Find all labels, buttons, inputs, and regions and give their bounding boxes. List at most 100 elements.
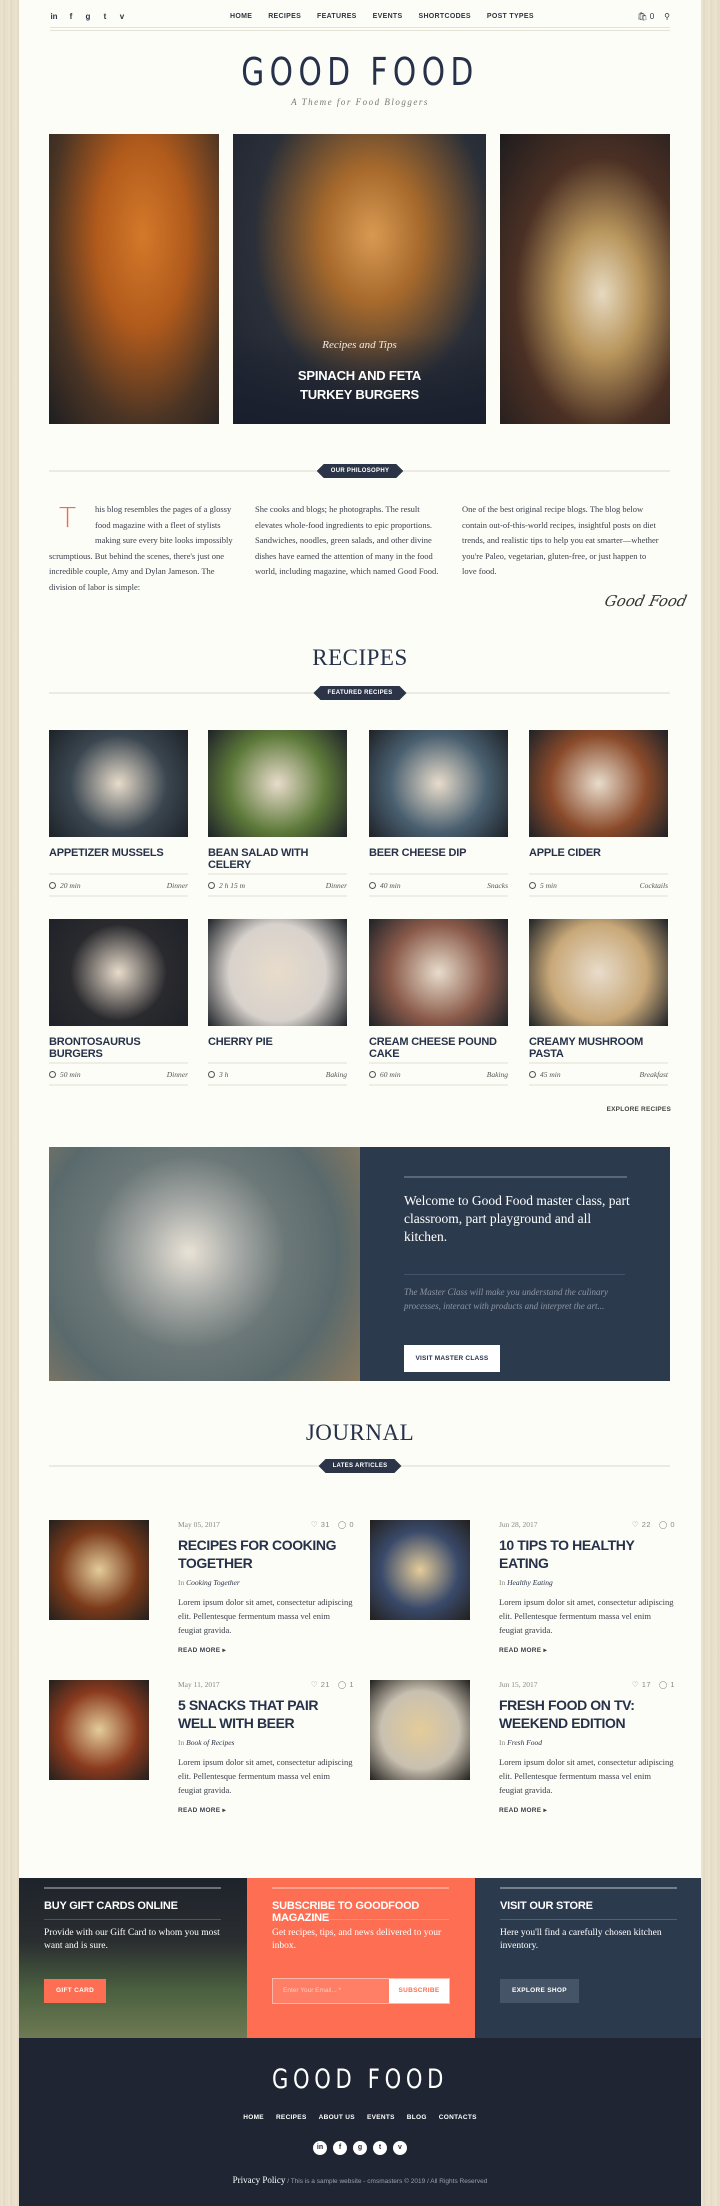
likes-count: 21 — [320, 1680, 331, 1689]
recipe-category[interactable]: Baking — [326, 1070, 347, 1079]
read-more-link[interactable]: READ MORE ▸ — [178, 1806, 354, 1814]
recipe-image[interactable] — [529, 919, 668, 1026]
comment-icon[interactable]: ◯ — [659, 1520, 668, 1529]
recipe-card[interactable]: CHERRY PIE 3 h Baking — [208, 919, 347, 1086]
recipe-card[interactable]: BEAN SALAD WITH CELERY 2 h 15 m Dinner — [208, 730, 347, 897]
facebook-icon[interactable]: f — [333, 2141, 347, 2155]
hero-slide-featured[interactable]: Recipes and Tips SPINACH AND FETA TURKEY… — [233, 134, 486, 424]
recipe-title[interactable]: BEAN SALAD WITH CELERY — [208, 847, 347, 871]
linkedin-icon[interactable]: in — [50, 12, 58, 21]
twitter-icon[interactable]: t — [101, 12, 109, 21]
recipe-category[interactable]: Dinner — [326, 881, 347, 890]
recipe-category[interactable]: Breakfast — [640, 1070, 668, 1079]
heart-icon[interactable]: ♡ — [632, 1520, 639, 1529]
cart-button[interactable]: 🛍︎ 0 — [637, 12, 654, 21]
article-title[interactable]: RECIPES FOR COOKING TOGETHER — [178, 1536, 354, 1572]
google-plus-icon[interactable]: g — [353, 2141, 367, 2155]
recipe-category[interactable]: Dinner — [167, 1070, 188, 1079]
twitter-icon[interactable]: t — [373, 2141, 387, 2155]
recipe-card[interactable]: APPLE CIDER 5 min Cocktails — [529, 730, 668, 897]
recipe-image[interactable] — [208, 919, 347, 1026]
recipe-card[interactable]: BEER CHEESE DIP 40 min Snacks — [369, 730, 508, 897]
recipe-image[interactable] — [49, 730, 188, 837]
recipe-category[interactable]: Cocktails — [640, 881, 668, 890]
recipe-title[interactable]: APPLE CIDER — [529, 847, 668, 867]
article-image[interactable] — [49, 1520, 149, 1620]
recipe-category[interactable]: Baking — [487, 1070, 508, 1079]
recipe-title[interactable]: CHERRY PIE — [208, 1036, 347, 1056]
read-more-link[interactable]: READ MORE ▸ — [499, 1646, 675, 1654]
recipe-image[interactable] — [369, 919, 508, 1026]
heart-icon[interactable]: ♡ — [632, 1680, 639, 1689]
recipe-category[interactable]: Dinner — [167, 881, 188, 890]
recipe-title[interactable]: BRONTOSAURUS BURGERS — [49, 1036, 188, 1060]
recipe-image[interactable] — [208, 730, 347, 837]
recipe-image[interactable] — [49, 919, 188, 1026]
recipe-time: 3 h — [208, 1070, 228, 1079]
recipe-card[interactable]: BRONTOSAURUS BURGERS 50 min Dinner — [49, 919, 188, 1086]
recipe-category[interactable]: Snacks — [487, 881, 508, 890]
category-link[interactable]: Healthy Eating — [507, 1578, 553, 1587]
footer-nav-blog[interactable]: BLOG — [407, 2114, 427, 2121]
article-image[interactable] — [370, 1680, 470, 1780]
category-link[interactable]: Fresh Food — [507, 1738, 542, 1747]
explore-shop-button[interactable]: EXPLORE SHOP — [500, 1979, 579, 2003]
category-link[interactable]: Book of Recipes — [186, 1738, 234, 1747]
recipe-title[interactable]: BEER CHEESE DIP — [369, 847, 508, 867]
hero-slide-lobster[interactable] — [500, 134, 670, 424]
heart-icon[interactable]: ♡ — [311, 1680, 318, 1689]
category-link[interactable]: Cooking Together — [186, 1578, 240, 1587]
article-image[interactable] — [49, 1680, 149, 1780]
search-icon[interactable]: ⚲ — [664, 12, 670, 21]
comment-icon[interactable]: ◯ — [659, 1680, 668, 1689]
nav-shortcodes[interactable]: SHORTCODES — [418, 13, 470, 20]
hero-title[interactable]: SPINACH AND FETA TURKEY BURGERS — [233, 366, 486, 404]
footer-nav-about-us[interactable]: ABOUT US — [319, 2114, 355, 2121]
site-logo[interactable]: GOOD FOOD — [94, 50, 626, 94]
nav-post-types[interactable]: POST TYPES — [487, 13, 534, 20]
read-more-link[interactable]: READ MORE ▸ — [178, 1646, 354, 1654]
heart-icon[interactable]: ♡ — [311, 1520, 318, 1529]
comment-icon[interactable]: ◯ — [338, 1520, 347, 1529]
read-more-link[interactable]: READ MORE ▸ — [499, 1806, 675, 1814]
comment-icon[interactable]: ◯ — [338, 1680, 347, 1689]
footer-nav-recipes[interactable]: RECIPES — [276, 2114, 307, 2121]
explore-recipes-link[interactable]: EXPLORE RECIPES — [607, 1106, 671, 1113]
google-plus-icon[interactable]: g — [84, 12, 92, 21]
recipe-card[interactable]: APPETIZER MUSSELS 20 min Dinner — [49, 730, 188, 897]
article-title[interactable]: FRESH FOOD ON TV: WEEKEND EDITION — [499, 1696, 675, 1732]
vimeo-icon[interactable]: v — [393, 2141, 407, 2155]
recipe-title[interactable]: CREAMY MUSHROOM PASTA — [529, 1036, 668, 1060]
article-title[interactable]: 5 SNACKS THAT PAIR WELL WITH BEER — [178, 1696, 354, 1732]
recipe-card[interactable]: CREAM CHEESE POUND CAKE 60 min Baking — [369, 919, 508, 1086]
recipe-image[interactable] — [369, 730, 508, 837]
article-image[interactable] — [370, 1520, 470, 1620]
recipe-title[interactable]: CREAM CHEESE POUND CAKE — [369, 1036, 508, 1060]
privacy-policy-link[interactable]: Privacy Policy — [233, 2175, 286, 2185]
linkedin-icon[interactable]: in — [313, 2141, 327, 2155]
footer-logo[interactable]: GOOD FOOD — [94, 2064, 626, 2095]
store-promo: VISIT OUR STORE Here you'll find a caref… — [475, 1878, 701, 2038]
nav-features[interactable]: FEATURES — [317, 13, 357, 20]
nav-events[interactable]: EVENTS — [373, 13, 403, 20]
vimeo-icon[interactable]: v — [118, 12, 126, 21]
hero-slide-roast-turkey[interactable] — [49, 134, 219, 424]
recipe-card[interactable]: CREAMY MUSHROOM PASTA 45 min Breakfast — [529, 919, 668, 1086]
footer-nav-home[interactable]: HOME — [243, 2114, 264, 2121]
visit-master-class-button[interactable]: VISIT MASTER CLASS — [404, 1345, 500, 1372]
nav-home[interactable]: HOME — [230, 13, 252, 20]
recipe-image[interactable] — [529, 730, 668, 837]
footer-nav-contacts[interactable]: CONTACTS — [439, 2114, 477, 2121]
gift-card-button[interactable]: GIFT CARD — [44, 1979, 107, 2003]
facebook-icon[interactable]: f — [67, 12, 75, 21]
article-title[interactable]: 10 TIPS TO HEALTHY EATING — [499, 1536, 675, 1572]
footer-nav: HOME RECIPES ABOUT US EVENTS BLOG CONTAC… — [19, 2114, 701, 2121]
hero-category[interactable]: Recipes and Tips — [233, 339, 486, 351]
footer-nav-events[interactable]: EVENTS — [367, 2114, 395, 2121]
email-input[interactable]: Enter Your Email... * — [273, 1979, 389, 2003]
recipe-time: 2 h 15 m — [208, 881, 245, 890]
nav-recipes[interactable]: RECIPES — [268, 13, 301, 20]
clock-icon — [49, 881, 56, 889]
recipe-title[interactable]: APPETIZER MUSSELS — [49, 847, 188, 867]
subscribe-button[interactable]: SUBSCRIBE — [389, 1979, 449, 2003]
